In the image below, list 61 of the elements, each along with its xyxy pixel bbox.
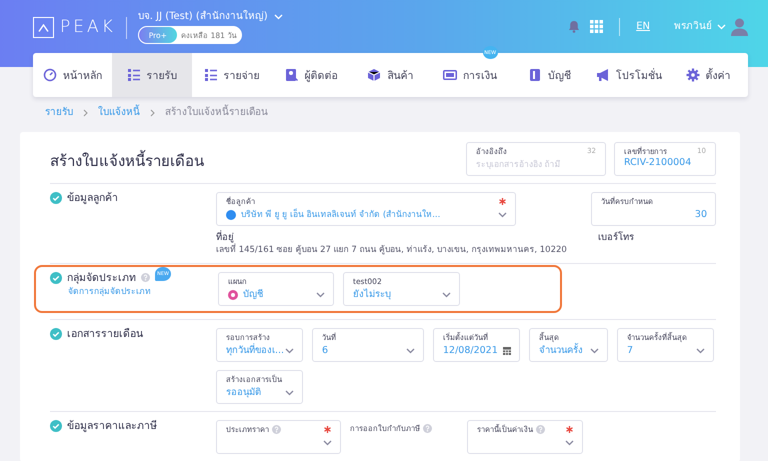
field-value: ยังไม่ระบุ bbox=[353, 288, 391, 300]
page-title: สร้างใบแจ้งหนี้รายเดือน bbox=[50, 152, 204, 170]
section-title: เอกสารรายเดือน bbox=[67, 328, 143, 340]
nav-tab[interactable]: โปรโมชั่น bbox=[589, 53, 668, 97]
chevron-right-icon bbox=[150, 109, 155, 117]
help-icon[interactable] bbox=[536, 424, 545, 434]
logo-text: PEAK bbox=[60, 17, 116, 38]
bell-icon[interactable] bbox=[568, 20, 580, 33]
list-icon bbox=[126, 68, 141, 82]
chevron-right-icon bbox=[83, 109, 88, 117]
help-icon[interactable] bbox=[141, 273, 150, 282]
chevron-icon bbox=[323, 440, 332, 446]
chevron-icon bbox=[285, 348, 294, 354]
chevron-icon bbox=[717, 24, 726, 30]
section-title: ข้อมูลลูกค้า bbox=[67, 192, 118, 205]
field-value: บัญชี bbox=[228, 288, 263, 300]
avatar-silhouette-icon[interactable] bbox=[731, 17, 748, 36]
nav-tab[interactable]: สินค้า bbox=[350, 53, 430, 97]
chevron-icon bbox=[316, 292, 325, 298]
nav-tab[interactable]: บัญชี bbox=[510, 53, 590, 97]
nav-tab[interactable]: หน้าหลัก bbox=[33, 53, 112, 97]
chevron-icon bbox=[696, 348, 705, 354]
chevron-icon bbox=[274, 14, 283, 20]
field-value: 12/08/2021 bbox=[443, 344, 498, 356]
chevron-icon bbox=[590, 348, 599, 354]
box-icon bbox=[367, 68, 382, 82]
phone-label: เบอร์โทร bbox=[598, 232, 635, 244]
field-value: จำนวนครั้ง bbox=[539, 344, 583, 356]
chevron-icon bbox=[442, 292, 451, 298]
chevron-icon bbox=[285, 390, 294, 396]
chevron-icon bbox=[406, 348, 415, 354]
field-value: บริษัท พี ยู ยู เอ็น อินเทลลิเจนท์ จำกัด (สำนักงานให... bbox=[226, 210, 440, 220]
help-icon[interactable] bbox=[272, 424, 281, 434]
apps-grid-icon[interactable] bbox=[590, 20, 604, 33]
list-icon bbox=[204, 68, 218, 82]
section-title: ข้อมูลราคาและภาษี bbox=[67, 420, 157, 432]
ledger-icon bbox=[528, 68, 542, 82]
help-icon[interactable] bbox=[423, 424, 432, 433]
field-value: 30 bbox=[694, 209, 707, 221]
contact-card-icon bbox=[284, 68, 299, 82]
banknote-icon bbox=[442, 68, 457, 82]
logo-caret-icon bbox=[33, 17, 54, 38]
field-value: รออนุมัติ bbox=[226, 386, 261, 398]
megaphone-icon bbox=[596, 68, 610, 82]
gauge-icon bbox=[43, 68, 58, 82]
breadcrumb-current: สร้างใบแจ้งหนี้รายเดือน bbox=[165, 107, 268, 119]
settings-icon bbox=[686, 68, 700, 82]
nav-tab[interactable]: รายจ่าย bbox=[192, 53, 272, 97]
nav-tab[interactable]: ตั้งค่า bbox=[668, 53, 748, 97]
chevron-icon bbox=[498, 212, 507, 218]
chevron-icon bbox=[565, 440, 574, 446]
address-text: เลขที่ 145/161 ซอย คู้บอน 27 แยก 7 ถนน คู้บอน, ท่าแร้ง, บางเขน, กรุงเทพมหานคร, 10220 bbox=[216, 245, 568, 256]
field-value: 7 bbox=[627, 344, 634, 356]
field-value: RCIV-2100004 bbox=[624, 157, 692, 168]
field-value: 6 bbox=[322, 344, 328, 356]
address-label: ที่อยู่ bbox=[216, 232, 235, 243]
calendar-icon[interactable] bbox=[503, 346, 511, 355]
section-title: กลุ่มจัดประเภท bbox=[67, 272, 136, 284]
field-value: ทุกวันที่ของเ... bbox=[226, 344, 284, 356]
nav-tab[interactable]: รายรับ bbox=[112, 53, 192, 97]
nav-tab[interactable]: ผู้ติดต่อ bbox=[271, 53, 351, 97]
